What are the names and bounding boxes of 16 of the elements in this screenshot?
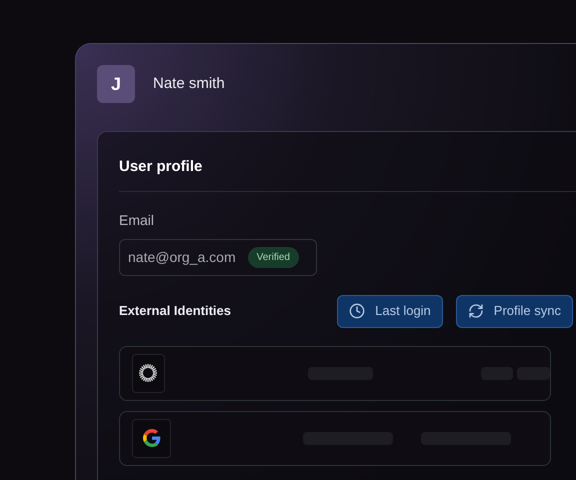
clock-icon [349,303,366,319]
user-name: Nate smith [153,74,225,94]
identity-row[interactable] [119,410,551,466]
google-g-icon [142,429,160,447]
placeholder-bar [517,366,550,380]
email-field[interactable]: nate@org_a.com Verified [119,238,317,276]
email-label: Email [119,210,156,230]
identity-row[interactable] [119,346,551,400]
toolbar-button[interactable]: Last login [337,294,443,328]
avatar: J [97,65,135,103]
sunburst-icon [138,363,158,383]
card-title: User profile [119,157,204,177]
verified-badge: Verified [248,246,299,268]
toolbar-button[interactable]: Profile sync [456,294,573,328]
sync-icon [468,303,484,319]
section-title: External Identities [119,302,232,320]
